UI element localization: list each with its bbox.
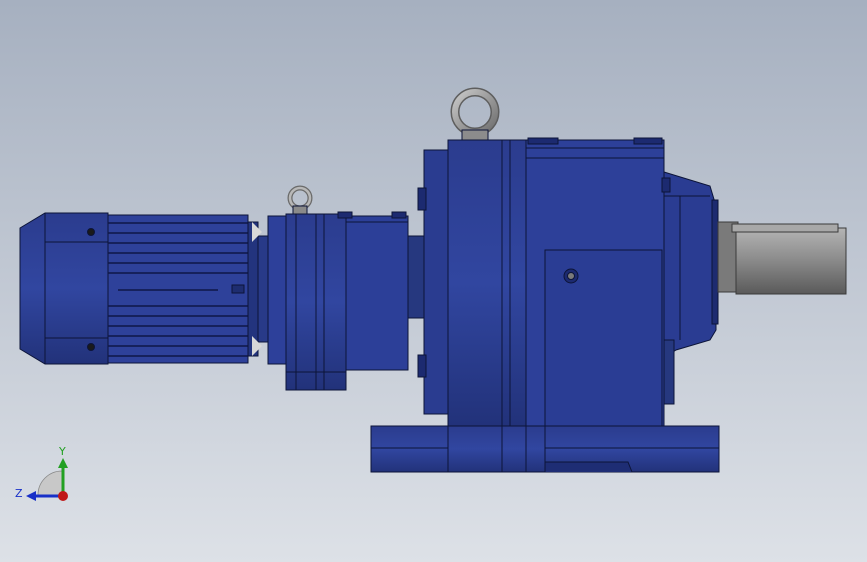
fan-cover-screw-top	[87, 228, 95, 236]
fan-cover-screw-bottom	[87, 343, 95, 351]
motor-fan-cover[interactable]	[19, 212, 109, 365]
intermediate-gear-stage[interactable]	[267, 185, 425, 391]
output-bearing-housing[interactable]	[663, 171, 717, 359]
axis-triad: Y Z	[15, 445, 68, 501]
inspection-cover[interactable]	[544, 249, 663, 427]
input-flange[interactable]	[423, 149, 449, 415]
main-housing[interactable]	[447, 139, 527, 427]
lifting-eye-bolt	[450, 87, 500, 141]
z-axis-label: Z	[15, 487, 23, 500]
y-axis-label: Y	[58, 445, 66, 458]
shaft-key	[731, 223, 839, 233]
small-lifting-eye-bolt	[287, 185, 313, 215]
gear-motor-model[interactable]: Y Z	[0, 0, 867, 562]
motor-finned-housing[interactable]	[107, 214, 249, 364]
motor-end-flange[interactable]	[247, 221, 259, 357]
3d-viewport[interactable]: Y Z	[0, 0, 867, 562]
triad-origin	[58, 491, 68, 501]
intermediate-cover[interactable]	[345, 215, 409, 371]
z-axis-arrow	[26, 491, 36, 501]
triad-plane	[37, 470, 63, 496]
electric-motor[interactable]	[19, 212, 269, 365]
output-shaft[interactable]	[717, 221, 847, 295]
y-axis-arrow	[58, 458, 68, 468]
